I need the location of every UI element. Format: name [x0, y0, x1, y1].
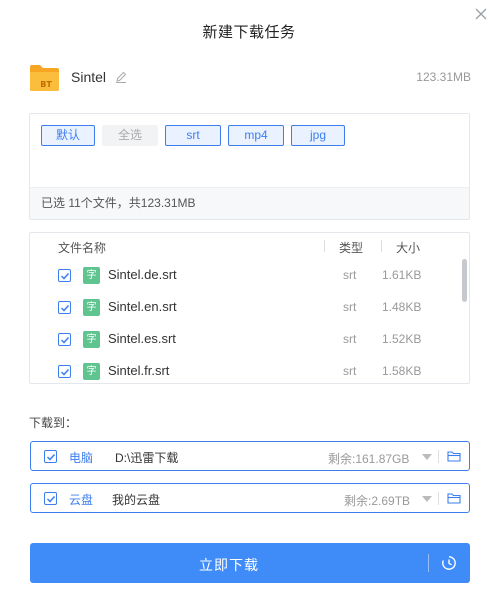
dialog-title: 新建下载任务: [202, 24, 296, 41]
file-size: 1.58KB: [382, 364, 422, 378]
file-row[interactable]: 字 Sintel.es.srt srt 1.52KB: [30, 323, 457, 355]
subtitle-file-icon: 字: [83, 331, 100, 348]
edit-icon[interactable]: [114, 70, 128, 84]
file-type: srt: [343, 300, 357, 314]
filter-chip-select-all[interactable]: 全选: [102, 125, 158, 146]
download-now-label: 立即下载: [199, 557, 259, 573]
close-icon: [475, 8, 487, 20]
file-list-header: 文件名称 类型 大小: [30, 233, 469, 259]
file-size: 1.61KB: [382, 268, 422, 282]
filter-chip-row: 默认 全选 srt mp4 jpg: [41, 125, 345, 146]
check-icon: [46, 495, 56, 503]
destination-checkbox[interactable]: [44, 450, 57, 463]
file-row[interactable]: 字 Sintel.fr.srt srt 1.58KB: [30, 355, 457, 383]
destination-checkbox[interactable]: [44, 492, 57, 505]
file-checkbox[interactable]: [58, 301, 71, 314]
file-list-scrollbar[interactable]: [462, 259, 467, 302]
file-type: srt: [343, 332, 357, 346]
schedule-clock-icon[interactable]: [441, 555, 457, 576]
filter-chip-mp4[interactable]: mp4: [228, 125, 284, 146]
folder-icon[interactable]: [447, 491, 461, 508]
destination-cloud[interactable]: 云盘 我的云盘 剩余:2.69TB: [30, 483, 470, 513]
divider: [438, 450, 439, 463]
file-name: Sintel.de.srt: [108, 267, 177, 282]
file-name: Sintel.fr.srt: [108, 363, 170, 378]
column-header-type[interactable]: 类型: [339, 239, 363, 256]
file-type: srt: [343, 364, 357, 378]
close-button[interactable]: [474, 7, 488, 21]
column-header-name[interactable]: 文件名称: [58, 239, 106, 256]
bt-folder-icon: BT: [29, 62, 60, 93]
column-divider: [324, 240, 325, 252]
divider: [438, 492, 439, 505]
file-size: 1.48KB: [382, 300, 422, 314]
subtitle-file-icon: 字: [83, 363, 100, 380]
chevron-down-icon[interactable]: [422, 496, 432, 502]
free-space: 剩余:161.87GB: [328, 452, 410, 466]
divider: [428, 554, 429, 572]
file-size: 1.52KB: [382, 332, 422, 346]
file-checkbox[interactable]: [58, 333, 71, 346]
check-icon: [60, 368, 70, 376]
filter-chip-jpg[interactable]: jpg: [291, 125, 345, 146]
file-type: srt: [343, 268, 357, 282]
download-now-button[interactable]: 立即下载: [30, 543, 470, 583]
folder-icon[interactable]: [447, 449, 461, 466]
file-name: Sintel.en.srt: [108, 299, 177, 314]
destination-type: 电脑: [69, 451, 94, 465]
destination-path[interactable]: D:\迅雷下载: [115, 449, 178, 466]
destination-path[interactable]: 我的云盘: [112, 491, 160, 508]
file-name: Sintel.es.srt: [108, 331, 176, 346]
subtitle-file-icon: 字: [83, 299, 100, 316]
file-checkbox[interactable]: [58, 269, 71, 282]
subtitle-file-icon: 字: [83, 267, 100, 284]
column-header-size[interactable]: 大小: [396, 239, 420, 256]
destination-local[interactable]: 电脑 D:\迅雷下载 剩余:161.87GB: [30, 441, 470, 471]
destination-label: 下载到：: [29, 416, 78, 430]
file-checkbox[interactable]: [58, 365, 71, 378]
check-icon: [60, 272, 70, 280]
free-space: 剩余:2.69TB: [344, 494, 411, 508]
check-icon: [46, 453, 56, 461]
check-icon: [60, 336, 70, 344]
file-row[interactable]: 字 Sintel.de.srt srt 1.61KB: [30, 259, 457, 291]
task-size: 123.31MB: [416, 70, 471, 84]
filter-chip-default[interactable]: 默认: [41, 125, 95, 146]
selection-summary: 已选 11个文件，共123.31MB: [30, 187, 469, 219]
bt-label: BT: [40, 80, 52, 89]
filter-chip-srt[interactable]: srt: [165, 125, 221, 146]
column-divider: [381, 240, 382, 252]
file-list: 文件名称 类型 大小 字 Sintel.de.srt srt 1.61KB 字 …: [29, 232, 470, 384]
file-row[interactable]: 字 Sintel.en.srt srt 1.48KB: [30, 291, 457, 323]
task-name: Sintel: [71, 69, 107, 85]
check-icon: [60, 304, 70, 312]
task-header: BT Sintel 123.31MB: [29, 60, 471, 94]
chevron-down-icon[interactable]: [422, 454, 432, 460]
file-filter-panel: 默认 全选 srt mp4 jpg 已选 11个文件，共123.31MB: [29, 113, 470, 220]
destination-type: 云盘: [69, 493, 94, 507]
